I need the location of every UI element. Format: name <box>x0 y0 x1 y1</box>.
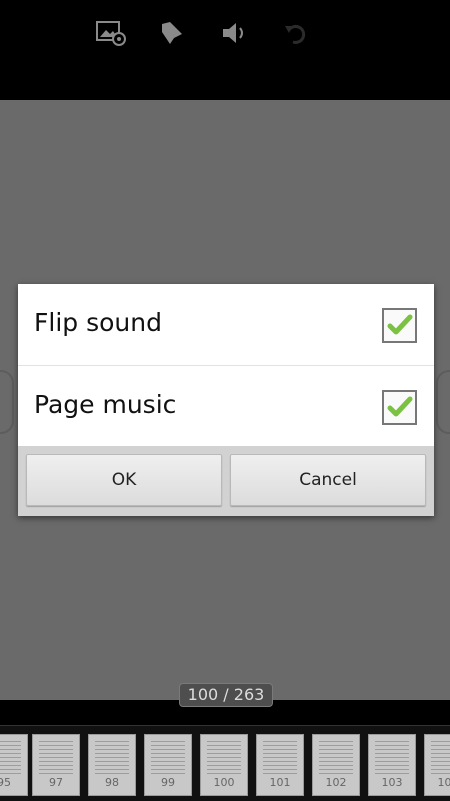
undo-icon[interactable] <box>279 16 313 50</box>
thumbnail-strip[interactable]: 95 97 98 99 100 101 102 103 104 <box>0 725 450 801</box>
next-page-handle[interactable] <box>436 370 450 434</box>
checkmark-icon <box>387 314 413 335</box>
page-music-checkbox[interactable] <box>382 390 417 425</box>
thumbnail-text-lines <box>207 741 241 777</box>
thumbnail-text-lines <box>263 741 297 777</box>
thumbnail-text-lines <box>319 741 353 777</box>
page-indicator: 100 / 263 <box>179 683 273 707</box>
thumbnail-text-lines <box>0 741 21 777</box>
thumbnail-label: 102 <box>325 776 347 789</box>
thumbnail-label: 97 <box>49 776 63 789</box>
page-thumbnail[interactable]: 97 <box>32 734 80 796</box>
page-thumbnail[interactable]: 101 <box>256 734 304 796</box>
thumbnail-label: 103 <box>381 776 403 789</box>
page-thumbnail[interactable]: 98 <box>88 734 136 796</box>
checkmark-icon <box>387 396 413 417</box>
previous-page-handle[interactable] <box>0 370 14 434</box>
thumbnail-label: 95 <box>0 776 11 789</box>
page-music-label: Page music <box>34 390 177 419</box>
page-thumbnail[interactable]: 103 <box>368 734 416 796</box>
top-toolbar <box>0 0 450 100</box>
flip-sound-checkbox[interactable] <box>382 308 417 343</box>
page-thumbnail[interactable]: 95 <box>0 734 28 796</box>
flip-sound-label: Flip sound <box>34 308 162 337</box>
page-thumbnail[interactable]: 102 <box>312 734 360 796</box>
page-thumbnail[interactable]: 104 <box>424 734 450 796</box>
dialog-button-bar: OK Cancel <box>18 446 434 516</box>
thumbnail-text-lines <box>431 741 450 777</box>
thumbnail-label: 98 <box>105 776 119 789</box>
sound-settings-dialog: Flip sound Page music OK Cancel <box>18 284 434 516</box>
page-thumbnail-current[interactable]: 100 <box>200 734 248 796</box>
ok-button[interactable]: OK <box>26 454 222 506</box>
image-settings-icon[interactable] <box>94 16 128 50</box>
thumbnail-label: 101 <box>269 776 291 789</box>
thumbnail-text-lines <box>39 741 73 777</box>
thumbnail-text-lines <box>375 741 409 777</box>
volume-icon[interactable] <box>217 16 251 50</box>
flip-sound-option[interactable]: Flip sound <box>18 284 434 364</box>
thumbnail-label: 100 <box>213 776 235 789</box>
thumbnail-label: 104 <box>437 776 450 789</box>
cancel-button[interactable]: Cancel <box>230 454 426 506</box>
thumbnail-text-lines <box>95 741 129 777</box>
page-thumbnail[interactable]: 99 <box>144 734 192 796</box>
bookmark-icon[interactable] <box>154 16 188 50</box>
thumbnail-label: 99 <box>161 776 175 789</box>
page-music-option[interactable]: Page music <box>18 366 434 446</box>
thumbnail-text-lines <box>151 741 185 777</box>
